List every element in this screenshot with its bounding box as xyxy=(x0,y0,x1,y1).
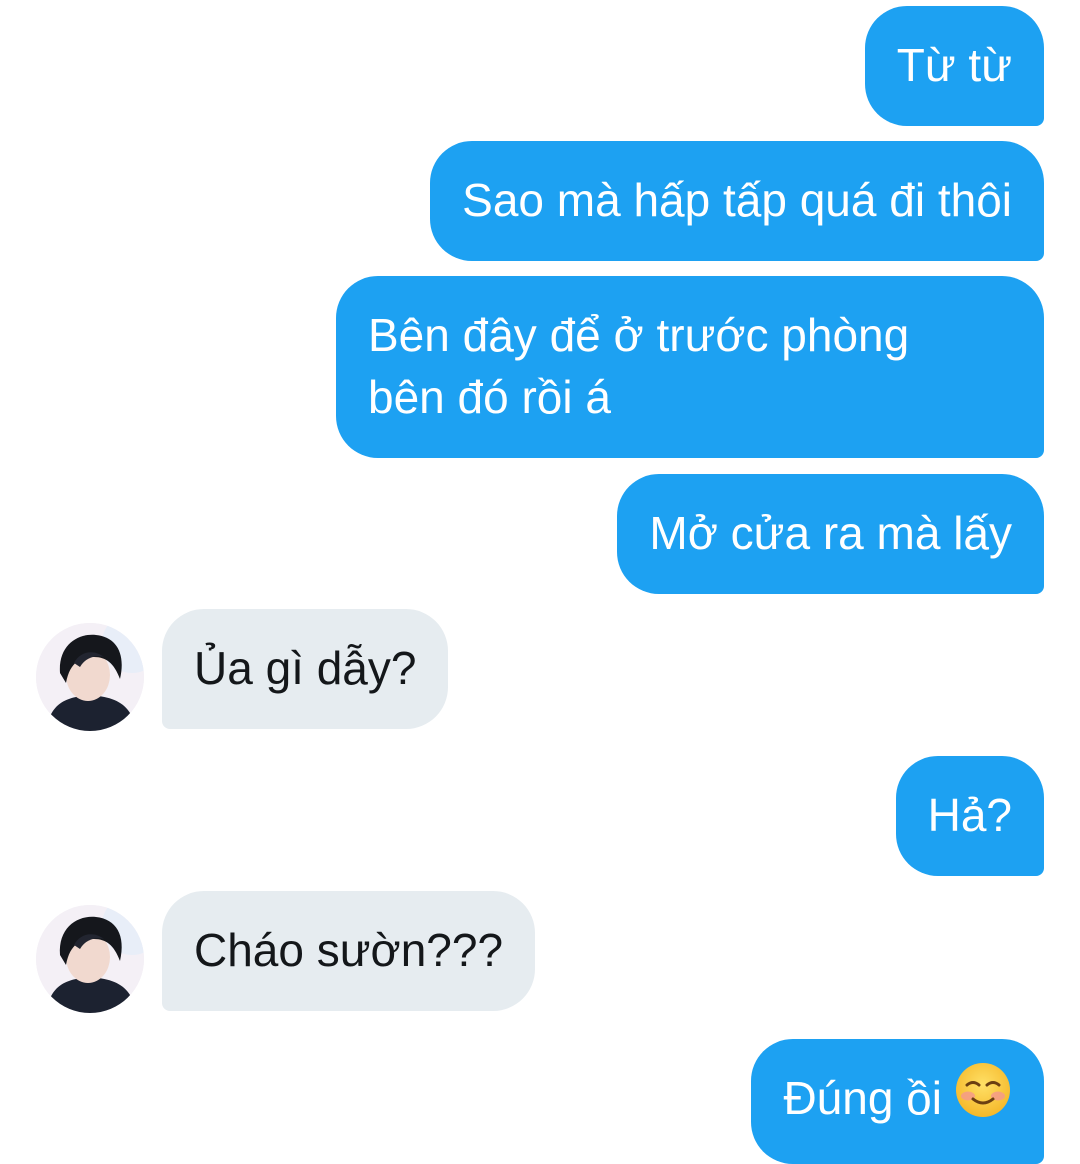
message-thread: Từ từ Sao mà hấp tấp quá đi thôi Bên đây… xyxy=(0,0,1080,1164)
message-text-line: Bên đây để ở trước phòng xyxy=(368,309,910,361)
message-text: Đúng ồi xyxy=(783,1072,942,1124)
message-text: Hả? xyxy=(927,789,1012,841)
outgoing-message-bubble[interactable]: Sao mà hấp tấp quá đi thôi xyxy=(430,141,1044,261)
outgoing-message-bubble[interactable]: Từ từ xyxy=(864,6,1044,126)
outgoing-message-bubble[interactable]: Mở cửa ra mà lấy xyxy=(617,474,1044,594)
incoming-message-bubble[interactable]: Cháo sườn??? xyxy=(162,891,536,1011)
outgoing-message-bubble[interactable]: Đúng ồi xyxy=(751,1039,1044,1164)
message-text: Cháo sườn??? xyxy=(194,924,504,976)
message-text: Mở cửa ra mà lấy xyxy=(649,507,1012,559)
sender-avatar[interactable] xyxy=(36,623,144,731)
outgoing-message-bubble[interactable]: Hả? xyxy=(895,756,1044,876)
smiling-blush-emoji-icon xyxy=(954,1061,1012,1134)
message-text: Sao mà hấp tấp quá đi thôi xyxy=(462,174,1012,226)
avatar-photo-icon xyxy=(36,623,144,731)
outgoing-message-bubble[interactable]: Bên đây để ở trước phòng bên đó rồi á xyxy=(336,276,1044,458)
sender-avatar[interactable] xyxy=(36,905,144,1013)
incoming-message-bubble[interactable]: Ủa gì dẫy? xyxy=(162,609,449,729)
message-text: Ủa gì dẫy? xyxy=(194,642,417,694)
avatar-photo-icon xyxy=(36,905,144,1013)
message-text-line: bên đó rồi á xyxy=(368,371,611,423)
message-text: Từ từ xyxy=(896,39,1012,91)
